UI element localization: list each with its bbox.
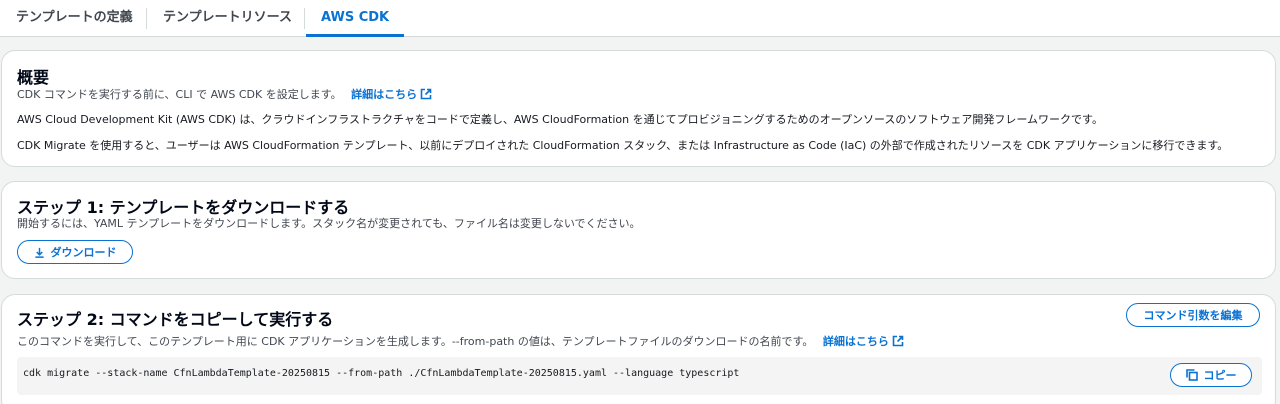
step2-title: ステップ 2: コマンドをコピーして実行する [17,310,334,329]
step2-learn-more-link[interactable]: 詳細はこちら [823,335,904,348]
overview-learn-more-link[interactable]: 詳細はこちら [351,88,432,101]
edit-command-arguments-button[interactable]: コマンド引数を編集 [1126,303,1260,327]
external-link-icon [420,88,432,100]
edit-command-arguments-label: コマンド引数を編集 [1143,309,1243,322]
download-icon [34,247,44,258]
copy-button-label: コピー [1203,369,1237,382]
external-link-icon [892,335,904,347]
overview-description-text: CDK コマンドを実行する前に、CLI で AWS CDK を設定します。 [17,88,342,101]
tab-aws-cdk[interactable]: AWS CDK [305,0,405,37]
command-code-block: cdk migrate --stack-name CfnLambdaTempla… [17,357,1262,395]
overview-paragraph-1: AWS Cloud Development Kit (AWS CDK) は、クラ… [17,113,1103,126]
tab-template-definition[interactable]: テンプレートの定義 [16,0,133,36]
overview-card: 概要 CDK コマンドを実行する前に、CLI で AWS CDK を設定します。… [1,50,1276,167]
command-text: cdk migrate --stack-name CfnLambdaTempla… [23,368,740,379]
tab-template-resources[interactable]: テンプレートリソース [163,0,292,36]
download-button-label: ダウンロード [50,246,117,259]
learn-more-label: 詳細はこちら [351,88,418,101]
overview-description: CDK コマンドを実行する前に、CLI で AWS CDK を設定します。 詳細… [17,86,432,102]
copy-button[interactable]: コピー [1170,363,1252,387]
copy-icon [1185,369,1198,381]
tab-divider [304,8,305,29]
step1-card: ステップ 1: テンプレートをダウンロードする 開始するには、YAML テンプレ… [1,181,1276,279]
overview-title: 概要 [17,68,50,87]
step2-card: ステップ 2: コマンドをコピーして実行する このコマンドを実行して、このテンプ… [1,294,1276,404]
step2-description-text: このコマンドを実行して、このテンプレート用に CDK アプリケーションを生成しま… [17,335,814,348]
download-button[interactable]: ダウンロード [17,240,133,264]
step2-description: このコマンドを実行して、このテンプレート用に CDK アプリケーションを生成しま… [17,333,904,349]
tab-bar: テンプレートの定義 テンプレートリソース AWS CDK [0,0,1280,37]
step1-description: 開始するには、YAML テンプレートをダウンロードします。スタック名が変更されて… [17,217,641,230]
overview-paragraph-2: CDK Migrate を使用すると、ユーザーは AWS CloudFormat… [17,139,1229,152]
learn-more-label: 詳細はこちら [822,335,889,348]
tab-divider [146,8,147,29]
